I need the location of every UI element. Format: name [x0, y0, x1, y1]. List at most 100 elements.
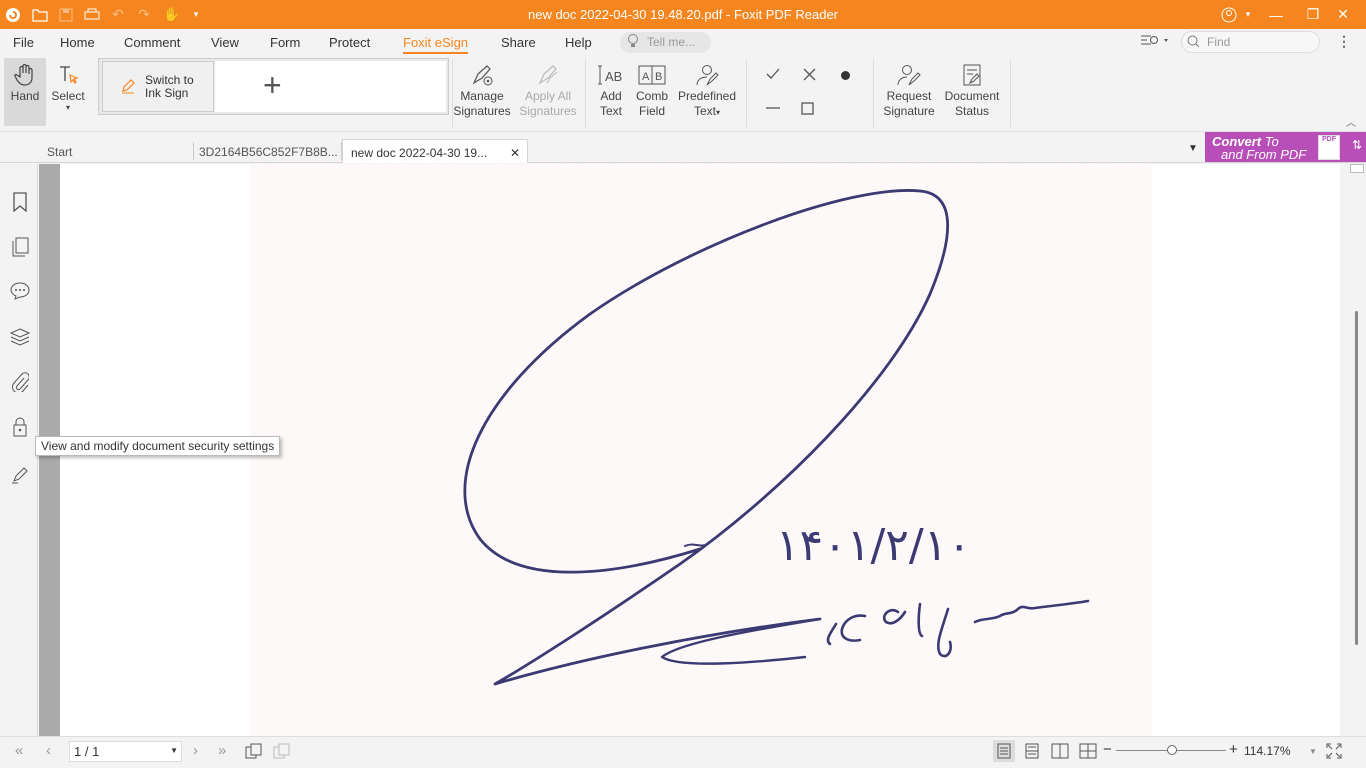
pdf-convert-icon: PDF — [1318, 135, 1340, 160]
layers-icon[interactable] — [9, 326, 31, 348]
add-signature-button[interactable]: + — [215, 61, 446, 112]
comb-line2: Field — [638, 104, 665, 118]
menu-file[interactable]: File — [13, 35, 34, 50]
add-text-icon: AB — [598, 65, 622, 85]
convert-line2: and From PDF — [1221, 147, 1307, 162]
scroll-up-button[interactable] — [1350, 164, 1364, 173]
comb-field-button[interactable]: AB Comb Field — [634, 63, 670, 119]
window-title: new doc 2022-04-30 19.48.20.pdf - Foxit … — [527, 7, 838, 22]
divider — [1010, 59, 1011, 127]
tab-list-dropdown-icon[interactable]: ▼ — [1188, 143, 1198, 154]
menu-form[interactable]: Form — [270, 35, 300, 50]
request-signature-button[interactable]: Request Signature — [880, 63, 938, 119]
zoom-level[interactable]: 114.17% — [1244, 744, 1290, 758]
title-bar: ↶ ↷ ✋ ▾ new doc 2022-04-30 19.48.20.pdf … — [0, 0, 1366, 29]
search-options-icon[interactable] — [1140, 34, 1168, 51]
bookmark-icon[interactable] — [9, 191, 31, 213]
menu-share[interactable]: Share — [501, 35, 536, 50]
status-bar — [0, 736, 1366, 768]
menu-foxit-esign[interactable]: Foxit eSign — [403, 35, 469, 54]
convert-pdf-banner[interactable]: Convert To and From PDF — [1205, 132, 1366, 162]
last-page-icon[interactable]: » — [218, 742, 226, 759]
manage-line1: Manage — [460, 89, 504, 103]
menu-home[interactable]: Home — [60, 35, 95, 50]
select-text-icon — [60, 66, 79, 84]
pen-icon — [120, 78, 136, 97]
signature-panel-icon[interactable] — [9, 463, 31, 485]
more-options-icon[interactable]: ⋮ — [1337, 33, 1351, 50]
addtext-line2: Text — [599, 104, 622, 118]
docstatus-line1: Document — [944, 89, 1000, 103]
menu-view[interactable]: View — [211, 35, 239, 50]
security-tooltip: View and modify document security settin… — [35, 436, 281, 456]
menu-comment[interactable]: Comment — [124, 35, 180, 50]
signature-date-text: ۱۴۰۱/۲/۱۰ — [776, 520, 971, 571]
request-line2: Signature — [883, 104, 935, 118]
close-button[interactable]: ✕ — [1320, 0, 1366, 29]
predefined-text-button[interactable]: Predefined Text▾ — [676, 63, 738, 120]
apply-line1: Apply All — [524, 89, 572, 103]
pages-icon[interactable] — [9, 236, 31, 258]
scrollbar-thumb[interactable] — [1355, 311, 1358, 645]
document-status-button[interactable]: Document Status — [942, 63, 1002, 119]
svg-text:A: A — [642, 71, 650, 83]
fullscreen-icon[interactable] — [1326, 743, 1342, 762]
divider — [873, 59, 874, 127]
find-input[interactable]: Find — [1181, 31, 1320, 53]
select-label: Select — [51, 89, 85, 103]
continuous-facing-view-icon[interactable] — [1079, 743, 1097, 762]
continuous-view-icon[interactable] — [1024, 743, 1040, 762]
tab-new-doc-label: new doc 2022-04-30 19... — [351, 146, 488, 160]
switch-ink-sign-button[interactable]: Switch to Ink Sign — [102, 61, 214, 112]
page-indicator: 1 / 1 — [74, 744, 100, 759]
lock-icon[interactable] — [9, 416, 31, 438]
tab-start[interactable]: Start — [39, 139, 192, 163]
manage-signatures-icon — [472, 65, 493, 86]
predef-line2: Text — [693, 104, 716, 118]
divider — [585, 59, 586, 127]
attachment-icon[interactable] — [9, 371, 31, 393]
dot-tool-icon[interactable] — [840, 69, 851, 84]
zoom-slider-thumb[interactable] — [1167, 745, 1177, 755]
select-dropdown-icon: ▾ — [65, 103, 70, 112]
add-text-button[interactable]: AB Add Text — [593, 63, 629, 119]
next-page-icon[interactable]: › — [193, 742, 198, 759]
zoom-dropdown-icon[interactable]: ▼ — [1309, 747, 1317, 756]
lightbulb-icon — [627, 34, 639, 51]
checkmark-tool-icon[interactable] — [765, 67, 781, 84]
hand-tool-button[interactable]: Hand — [4, 58, 46, 126]
predefined-text-icon — [696, 65, 719, 86]
menu-help[interactable]: Help — [565, 35, 592, 50]
switch-ink-line2: Ink Sign — [145, 86, 189, 100]
facing-view-icon[interactable] — [1051, 743, 1069, 762]
comments-icon[interactable] — [9, 280, 31, 302]
addtext-line1: Add — [600, 89, 622, 103]
tab-document-2[interactable]: 3D2164B56C852F7B8B... — [191, 139, 341, 163]
previous-view-icon[interactable] — [245, 743, 263, 762]
pdf-badge: PDF — [1322, 136, 1336, 143]
collapse-ribbon-icon[interactable]: ︿ — [1346, 114, 1356, 129]
search-icon — [1187, 35, 1200, 51]
rectangle-tool-icon[interactable] — [801, 102, 814, 118]
zoom-out-icon[interactable]: − — [1103, 741, 1112, 758]
vertical-scrollbar[interactable] — [1348, 164, 1366, 736]
plus-icon: + — [263, 67, 282, 103]
tab-new-doc[interactable]: new doc 2022-04-30 19... — [342, 139, 528, 163]
menu-protect[interactable]: Protect — [329, 35, 370, 50]
previous-page-icon[interactable]: ‹ — [46, 742, 51, 759]
predef-dropdown-icon: ▾ — [716, 108, 721, 117]
page-dropdown-icon[interactable]: ▼ — [170, 746, 178, 755]
first-page-icon[interactable]: « — [15, 742, 23, 759]
predef-line1: Predefined — [677, 89, 737, 103]
zoom-in-icon[interactable]: + — [1229, 741, 1238, 758]
page-number-input[interactable]: 1 / 1 ▼ — [69, 741, 182, 762]
single-page-view-button[interactable] — [993, 740, 1015, 762]
select-tool-button[interactable]: Select ▾ — [49, 58, 87, 112]
tab-close-icon[interactable]: ✕ — [510, 146, 520, 160]
manage-signatures-button[interactable]: Manage Signatures — [452, 63, 512, 119]
convert-arrows-icon: ⇅ — [1352, 138, 1363, 152]
next-view-icon[interactable] — [273, 743, 291, 762]
document-status-icon — [963, 64, 981, 86]
cross-tool-icon[interactable] — [803, 68, 816, 84]
line-tool-icon[interactable] — [765, 102, 781, 117]
